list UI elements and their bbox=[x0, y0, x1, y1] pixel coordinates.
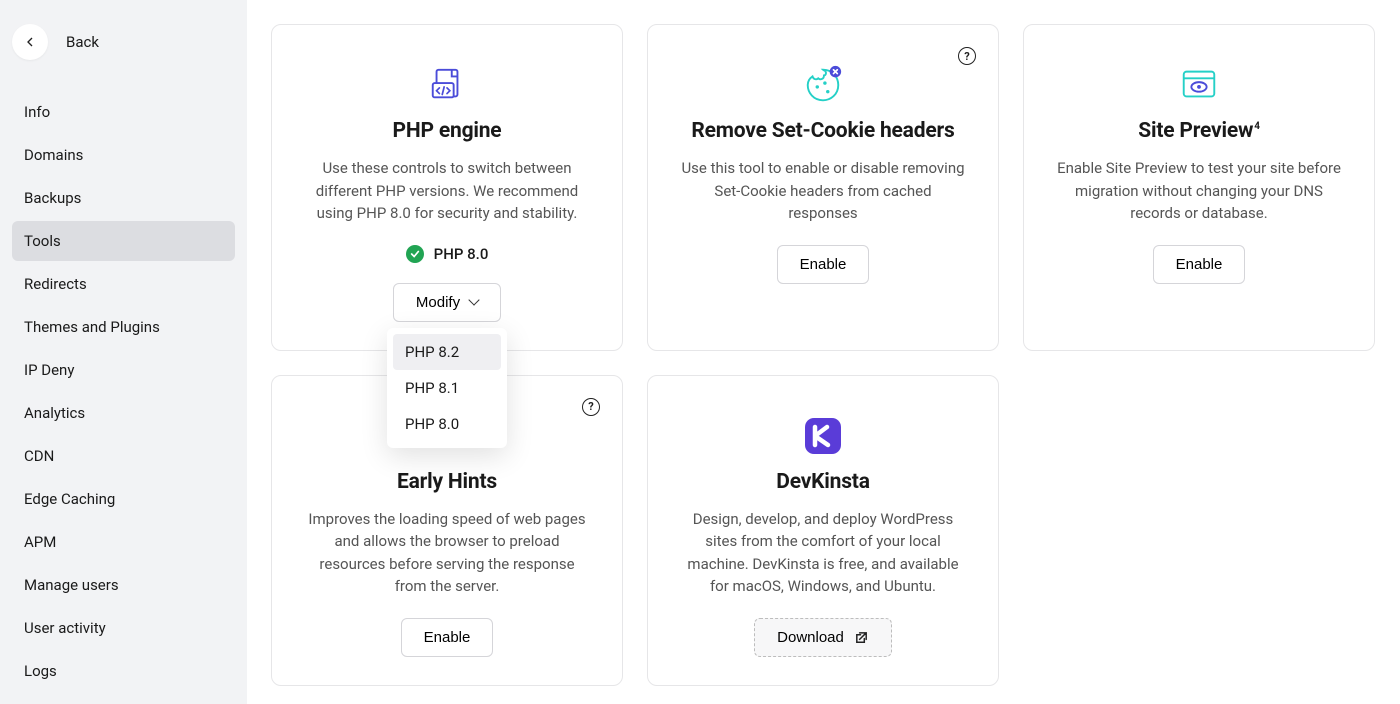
card-desc: Use these controls to switch between dif… bbox=[302, 157, 592, 225]
chevron-down-icon bbox=[468, 294, 479, 305]
enable-button[interactable]: Enable bbox=[401, 618, 494, 657]
php-option-php-8-2[interactable]: PHP 8.2 bbox=[393, 334, 501, 370]
card-title: DevKinsta bbox=[776, 470, 870, 494]
card-title: Early Hints bbox=[397, 470, 497, 494]
php-file-icon bbox=[428, 57, 466, 113]
card-desc: Improves the loading speed of web pages … bbox=[302, 508, 592, 598]
enable-button[interactable]: Enable bbox=[1153, 245, 1246, 284]
card-title: Remove Set-Cookie headers bbox=[691, 119, 954, 143]
download-label: Download bbox=[777, 629, 844, 646]
sidebar-item-info[interactable]: Info bbox=[12, 92, 235, 132]
php-current-version: PHP 8.0 bbox=[434, 245, 489, 263]
card-remove-cookie: ? Remove Set-Cookie headers Use this too… bbox=[647, 24, 999, 351]
back-button[interactable] bbox=[12, 24, 48, 60]
cards-grid: PHP engine Use these controls to switch … bbox=[271, 24, 1376, 686]
main-content: PHP engine Use these controls to switch … bbox=[247, 0, 1400, 704]
card-title: PHP engine bbox=[393, 119, 502, 143]
card-php-engine: PHP engine Use these controls to switch … bbox=[271, 24, 623, 351]
eye-preview-icon bbox=[1178, 57, 1220, 113]
devkinsta-app-icon bbox=[801, 408, 845, 464]
modify-label: Modify bbox=[416, 294, 460, 311]
check-badge-icon bbox=[406, 245, 424, 263]
php-current-status: PHP 8.0 bbox=[406, 245, 489, 263]
php-option-php-8-0[interactable]: PHP 8.0 bbox=[393, 406, 501, 442]
help-icon[interactable]: ? bbox=[582, 398, 600, 416]
sidebar-item-tools[interactable]: Tools bbox=[12, 221, 235, 261]
card-desc: Enable Site Preview to test your site be… bbox=[1054, 157, 1344, 225]
download-button[interactable]: Download bbox=[754, 618, 892, 657]
sidebar-item-analytics[interactable]: Analytics bbox=[12, 393, 235, 433]
modify-button[interactable]: Modify bbox=[393, 283, 501, 322]
arrow-left-icon bbox=[22, 34, 38, 50]
sidebar-item-backups[interactable]: Backups bbox=[12, 178, 235, 218]
sidebar-item-redirects[interactable]: Redirects bbox=[12, 264, 235, 304]
sidebar-item-apm[interactable]: APM bbox=[12, 522, 235, 562]
sidebar-item-logs[interactable]: Logs bbox=[12, 651, 235, 691]
back-row: Back bbox=[12, 24, 235, 60]
external-link-icon bbox=[854, 630, 869, 645]
modify-dropdown: Modify PHP 8.2PHP 8.1PHP 8.0 bbox=[393, 283, 501, 322]
card-desc: Use this tool to enable or disable remov… bbox=[678, 157, 968, 225]
sidebar-item-cdn[interactable]: CDN bbox=[12, 436, 235, 476]
nav-list: InfoDomainsBackupsToolsRedirectsThemes a… bbox=[12, 92, 235, 691]
help-icon[interactable]: ? bbox=[958, 47, 976, 65]
sidebar: Back InfoDomainsBackupsToolsRedirectsThe… bbox=[0, 0, 247, 704]
sidebar-item-themes-and-plugins[interactable]: Themes and Plugins bbox=[12, 307, 235, 347]
sidebar-item-user-activity[interactable]: User activity bbox=[12, 608, 235, 648]
sidebar-item-edge-caching[interactable]: Edge Caching bbox=[12, 479, 235, 519]
modify-options-panel: PHP 8.2PHP 8.1PHP 8.0 bbox=[387, 328, 507, 448]
enable-button[interactable]: Enable bbox=[777, 245, 870, 284]
sidebar-item-manage-users[interactable]: Manage users bbox=[12, 565, 235, 605]
card-title: Site Preview4 bbox=[1138, 119, 1260, 143]
card-devkinsta: DevKinsta Design, develop, and deploy Wo… bbox=[647, 375, 999, 686]
sidebar-item-ip-deny[interactable]: IP Deny bbox=[12, 350, 235, 390]
php-option-php-8-1[interactable]: PHP 8.1 bbox=[393, 370, 501, 406]
cookie-block-icon bbox=[802, 57, 844, 113]
title-superscript: 4 bbox=[1254, 121, 1260, 132]
sidebar-item-domains[interactable]: Domains bbox=[12, 135, 235, 175]
card-desc: Design, develop, and deploy WordPress si… bbox=[678, 508, 968, 598]
back-label: Back bbox=[66, 33, 99, 51]
card-site-preview: Site Preview4 Enable Site Preview to tes… bbox=[1023, 24, 1375, 351]
